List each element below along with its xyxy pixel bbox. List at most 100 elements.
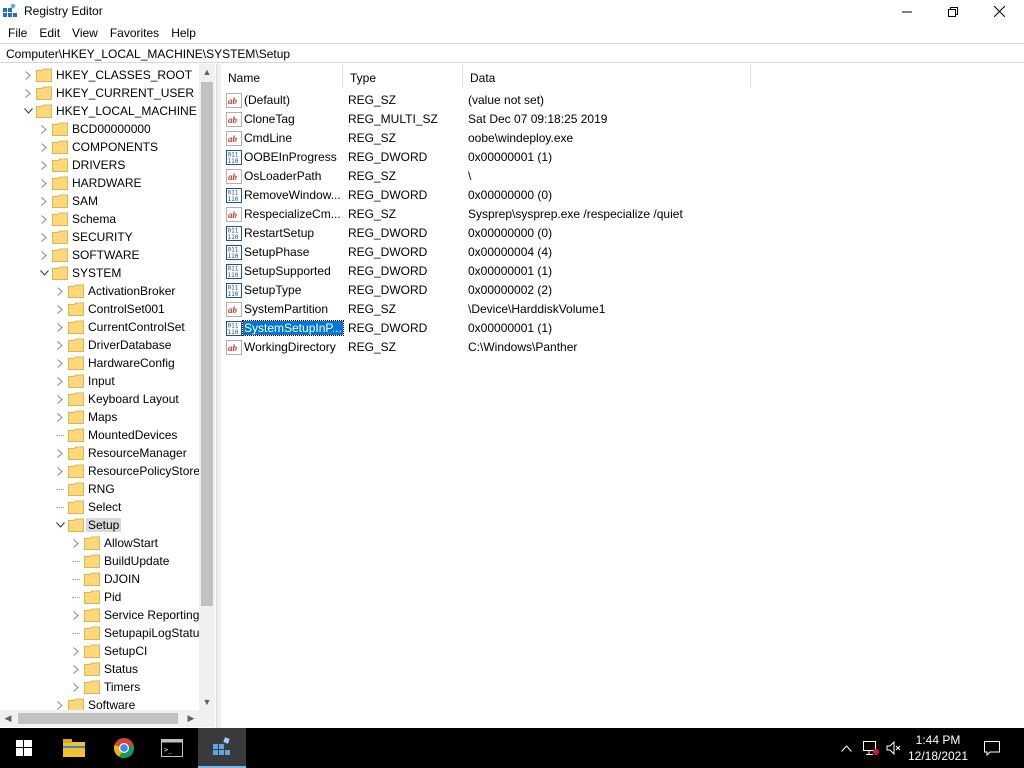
tree-node[interactable]: Keyboard Layout — [0, 390, 199, 408]
tree-node[interactable]: SECURITY — [0, 228, 199, 246]
scroll-right-icon[interactable]: ▶ — [183, 710, 199, 727]
tree-node[interactable]: SetupapiLogStatu — [0, 624, 199, 642]
taskbar-chrome[interactable] — [100, 728, 148, 768]
chevron-down-icon[interactable] — [38, 267, 50, 279]
taskbar-clock[interactable]: 1:44 PM 12/18/2021 — [898, 732, 978, 764]
value-row[interactable]: 011 110 SetupPhase REG_DWORD 0x00000004 (4) — [221, 243, 1024, 262]
chevron-right-icon[interactable] — [54, 321, 66, 333]
tree-node[interactable]: COMPONENTS — [0, 138, 199, 156]
chevron-down-icon[interactable] — [22, 105, 34, 117]
tree-node[interactable]: BuildUpdate — [0, 552, 199, 570]
chevron-right-icon[interactable] — [38, 177, 50, 189]
tree-node[interactable]: HARDWARE — [0, 174, 199, 192]
menu-help[interactable]: Help — [165, 26, 202, 40]
tree-node[interactable]: DRIVERS — [0, 156, 199, 174]
chevron-right-icon[interactable] — [70, 537, 82, 549]
scroll-thumb[interactable] — [201, 82, 213, 606]
chevron-right-icon[interactable] — [38, 231, 50, 243]
tree-node[interactable]: SYSTEM — [0, 264, 199, 282]
chevron-right-icon[interactable] — [38, 141, 50, 153]
value-row[interactable]: 011 110 SetupSupported REG_DWORD 0x00000001 … — [221, 262, 1024, 281]
tree-node[interactable]: Select — [0, 498, 199, 516]
value-row[interactable]: 011 110 RestartSetup REG_DWORD 0x00000000 (0… — [221, 224, 1024, 243]
menu-view[interactable]: View — [66, 26, 104, 40]
tree-node[interactable]: ControlSet001 — [0, 300, 199, 318]
tree-node[interactable]: ActivationBroker — [0, 282, 199, 300]
tree-node[interactable]: Service Reporting — [0, 606, 199, 624]
value-row[interactable]: 011 110 SetupType REG_DWORD 0x00000002 (2) — [221, 281, 1024, 300]
tree-node[interactable]: BCD00000000 — [0, 120, 199, 138]
taskbar-file-explorer[interactable] — [50, 728, 98, 768]
chevron-right-icon[interactable] — [38, 123, 50, 135]
value-row[interactable]: ab CmdLine REG_SZ oobe\windeploy.exe — [221, 129, 1024, 148]
chevron-right-icon[interactable] — [70, 681, 82, 693]
scroll-thumb[interactable] — [18, 713, 178, 724]
value-row[interactable]: ab (Default) REG_SZ (value not set) — [221, 91, 1024, 110]
tree-node[interactable]: ResourcePolicyStore — [0, 462, 200, 480]
value-row[interactable]: ab OsLoaderPath REG_SZ \ — [221, 167, 1024, 186]
tree-node[interactable]: Maps — [0, 408, 199, 426]
tree-node[interactable]: Setup — [0, 516, 199, 534]
value-row[interactable]: 011 110 SystemSetupInP... REG_DWORD 0x000000… — [221, 319, 1024, 338]
tree-node[interactable]: DJOIN — [0, 570, 199, 588]
chevron-right-icon[interactable] — [38, 213, 50, 225]
chevron-right-icon[interactable] — [54, 303, 66, 315]
tree-node[interactable]: MountedDevices — [0, 426, 199, 444]
chevron-right-icon[interactable] — [70, 645, 82, 657]
column-data[interactable]: Data — [463, 64, 751, 88]
menu-edit[interactable]: Edit — [33, 26, 66, 40]
tree-node[interactable]: SAM — [0, 192, 199, 210]
tree-node[interactable]: RNG — [0, 480, 199, 498]
chevron-right-icon[interactable] — [70, 609, 82, 621]
chevron-down-icon[interactable] — [54, 519, 66, 531]
tree-vertical-scrollbar[interactable]: ▲ ▼ — [199, 64, 215, 710]
chevron-right-icon[interactable] — [54, 285, 66, 297]
tree-horizontal-scrollbar[interactable]: ◀ ▶ — [0, 710, 199, 727]
tree-node[interactable]: Schema — [0, 210, 199, 228]
value-row[interactable]: 011 110 OOBEInProgress REG_DWORD 0x00000001 … — [221, 148, 1024, 167]
minimize-button[interactable] — [884, 0, 930, 23]
taskbar-registry-editor[interactable] — [198, 728, 246, 768]
scroll-left-icon[interactable]: ◀ — [0, 710, 16, 727]
tree-node[interactable]: AllowStart — [0, 534, 199, 552]
chevron-right-icon[interactable] — [22, 69, 34, 81]
chevron-right-icon[interactable] — [54, 357, 66, 369]
tree-node[interactable]: Timers — [0, 678, 199, 696]
value-row[interactable]: 011 110 RemoveWindow... REG_DWORD 0x00000000… — [221, 186, 1024, 205]
tree-node[interactable]: SOFTWARE — [0, 246, 199, 264]
tree-node[interactable]: ResourceManager — [0, 444, 199, 462]
value-row[interactable]: ab SystemPartition REG_SZ \Device\HarddiskV… — [221, 300, 1024, 319]
tree-node[interactable]: Input — [0, 372, 199, 390]
action-center-button[interactable] — [980, 728, 1004, 768]
start-button[interactable] — [0, 728, 48, 768]
address-bar[interactable]: Computer\HKEY_LOCAL_MACHINE\SYSTEM\Setup — [0, 43, 1024, 63]
menu-favorites[interactable]: Favorites — [104, 26, 165, 40]
chevron-right-icon[interactable] — [70, 663, 82, 675]
chevron-right-icon[interactable] — [38, 195, 50, 207]
chevron-right-icon[interactable] — [54, 447, 66, 459]
tree-node[interactable]: CurrentControlSet — [0, 318, 199, 336]
chevron-right-icon[interactable] — [54, 393, 66, 405]
close-button[interactable] — [976, 0, 1022, 23]
value-row[interactable]: ab RespecializeCm... REG_SZ Sysprep\sysprep… — [221, 205, 1024, 224]
tree-node[interactable]: HKEY_CURRENT_USER — [0, 84, 199, 102]
tree-node[interactable]: HKEY_LOCAL_MACHINE — [0, 102, 199, 120]
network-tray-button[interactable] — [860, 728, 882, 768]
value-row[interactable]: ab WorkingDirectory REG_SZ C:\Windows\Panth… — [221, 338, 1024, 357]
show-hidden-icons-button[interactable] — [836, 728, 856, 768]
tree-node[interactable]: HardwareConfig — [0, 354, 199, 372]
chevron-right-icon[interactable] — [54, 339, 66, 351]
tree-node[interactable]: Status — [0, 660, 199, 678]
chevron-right-icon[interactable] — [54, 411, 66, 423]
column-type[interactable]: Type — [343, 64, 463, 88]
tree-node[interactable]: DriverDatabase — [0, 336, 199, 354]
scroll-up-icon[interactable]: ▲ — [199, 64, 215, 80]
tree-node[interactable]: HKEY_CLASSES_ROOT — [0, 66, 199, 84]
taskbar-command-prompt[interactable]: >_ — [148, 728, 196, 768]
maximize-button[interactable] — [930, 0, 976, 23]
chevron-right-icon[interactable] — [38, 249, 50, 261]
menu-file[interactable]: File — [2, 26, 33, 40]
value-row[interactable]: ab CloneTag REG_MULTI_SZ Sat Dec 07 09:18:2… — [221, 110, 1024, 129]
chevron-right-icon[interactable] — [54, 375, 66, 387]
tree-node[interactable]: Pid — [0, 588, 199, 606]
